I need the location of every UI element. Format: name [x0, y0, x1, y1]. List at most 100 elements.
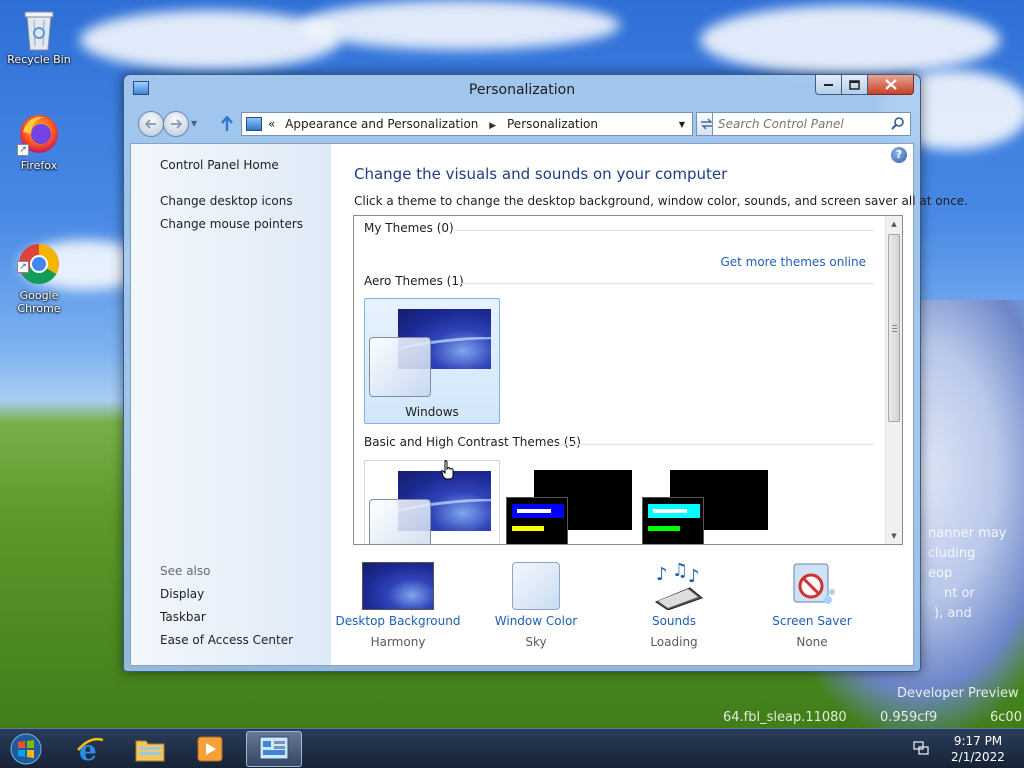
- see-also-ease-of-access-link[interactable]: Ease of Access Center: [160, 633, 293, 647]
- recent-pages-dropdown-icon[interactable]: ▼: [191, 119, 197, 128]
- desktop-background-value: Harmony: [370, 635, 426, 649]
- theme-list-scrollbar[interactable]: ▲ ▼: [885, 216, 902, 544]
- help-icon[interactable]: ?: [891, 147, 907, 163]
- window-title: Personalization: [468, 82, 576, 98]
- clock-time: 9:17 PM: [953, 734, 1003, 748]
- personalization-window: Personalization ▼ « Appearance and Perso…: [123, 74, 968, 672]
- theme-high-contrast-2[interactable]: [640, 460, 776, 544]
- main-pane: ? Change the visuals and sounds on your …: [331, 144, 968, 665]
- search-box[interactable]: [712, 112, 911, 136]
- control-panel-icon: [259, 736, 289, 760]
- svg-text:♫: ♫: [672, 562, 688, 581]
- address-dropdown-icon[interactable]: ▼: [672, 113, 692, 135]
- theme-preview-titlebar: [648, 504, 700, 518]
- clock-date: 2/1/2022: [951, 750, 1005, 764]
- license-text: ), and: [934, 606, 972, 621]
- desktop-icon-label: Firefox: [20, 159, 58, 172]
- group-heading-basic-themes: Basic and High Contrast Themes (5): [364, 435, 581, 449]
- screen-saver-option[interactable]: Screen Saver None: [747, 562, 877, 649]
- forward-button[interactable]: [163, 111, 189, 137]
- maximize-icon: [849, 79, 860, 90]
- breadcrumb-appearance-and-personalization[interactable]: Appearance and Personalization: [285, 117, 478, 131]
- close-button[interactable]: [868, 75, 914, 95]
- see-also-display-link[interactable]: Display: [160, 587, 204, 601]
- caption-buttons: [815, 75, 914, 95]
- client-area: Control Panel Home Change desktop icons …: [130, 143, 968, 666]
- window-color-option[interactable]: Window Color Sky: [471, 562, 601, 649]
- network-icon[interactable]: [913, 741, 929, 755]
- group-divider: [554, 444, 874, 445]
- theme-name: Windows: [405, 405, 459, 419]
- search-icon[interactable]: [891, 117, 904, 130]
- title-bar[interactable]: Personalization: [124, 75, 920, 107]
- theme-windows-basic[interactable]: [364, 460, 500, 544]
- search-input[interactable]: [718, 116, 883, 132]
- chrome-icon: ↗: [17, 229, 61, 284]
- control-panel-home-link[interactable]: Control Panel Home: [160, 158, 279, 172]
- sounds-icon: ♪ ♫ ♪: [638, 560, 710, 611]
- taskbar-internet-explorer[interactable]: e: [62, 731, 118, 767]
- license-text: nt or: [944, 586, 975, 601]
- start-button[interactable]: [4, 731, 48, 767]
- up-button[interactable]: [217, 114, 237, 134]
- window-color-value: Sky: [525, 635, 547, 649]
- group-divider: [452, 230, 874, 231]
- breadcrumb-personalization[interactable]: Personalization: [507, 117, 598, 131]
- desktop-background-option[interactable]: Desktop Background Harmony: [333, 562, 463, 649]
- scrollbar-thumb[interactable]: [888, 234, 900, 422]
- window-color-icon: [512, 562, 560, 610]
- see-also-taskbar-link[interactable]: Taskbar: [160, 610, 206, 624]
- forward-arrow-icon: [171, 119, 182, 129]
- screen-saver-link[interactable]: Screen Saver: [747, 614, 877, 628]
- page-heading: Change the visuals and sounds on your co…: [354, 165, 728, 183]
- get-more-themes-link[interactable]: Get more themes online: [720, 255, 866, 269]
- windows-logo-icon: [10, 733, 42, 765]
- minimize-button[interactable]: [815, 75, 842, 95]
- folder-icon: [135, 740, 165, 762]
- control-panel-icon: [246, 117, 262, 131]
- window-color-link[interactable]: Window Color: [471, 614, 601, 628]
- breadcrumb-overflow-chevron[interactable]: «: [268, 117, 275, 131]
- group-divider: [458, 283, 874, 284]
- taskbar-control-panel[interactable]: [246, 731, 302, 767]
- breadcrumb-separator-icon[interactable]: ▶: [489, 121, 496, 131]
- up-arrow-icon: [221, 116, 233, 131]
- license-text: eop: [928, 566, 953, 581]
- change-desktop-icons-link[interactable]: Change desktop icons: [160, 194, 293, 208]
- back-arrow-icon: [145, 119, 156, 129]
- desktop-icon-recycle-bin[interactable]: Recycle Bin: [1, 6, 77, 66]
- svg-text:♪: ♪: [688, 566, 700, 587]
- see-also-heading: See also: [160, 564, 211, 578]
- back-button[interactable]: [138, 111, 164, 137]
- theme-list[interactable]: My Themes (0) Get more themes online Aer…: [353, 215, 903, 545]
- scrollbar-grip-icon: [892, 325, 897, 332]
- shortcut-arrow-icon: ↗: [17, 144, 29, 156]
- desktop-icon-chrome[interactable]: ↗ Google Chrome: [1, 216, 77, 315]
- task-pane: Control Panel Home Change desktop icons …: [131, 144, 331, 665]
- theme-preview-accent: [648, 526, 680, 531]
- desktop-icon-firefox[interactable]: ↗ Firefox: [1, 112, 77, 172]
- scroll-down-arrow-icon[interactable]: ▼: [886, 528, 902, 544]
- group-heading-aero-themes: Aero Themes (1): [364, 274, 464, 288]
- cloud: [700, 5, 1000, 75]
- sounds-option[interactable]: ♪ ♫ ♪ Sounds Loading: [609, 560, 739, 649]
- minimize-icon: [823, 83, 833, 86]
- watermark-text: Developer Preview: [897, 686, 1019, 701]
- media-player-icon: [197, 736, 223, 762]
- theme-windows[interactable]: Windows: [364, 298, 500, 424]
- taskbar-media-player[interactable]: [182, 731, 238, 767]
- navigation-bar: ▼ « Appearance and Personalization ▶ Per…: [133, 109, 913, 139]
- desktop-background-link[interactable]: Desktop Background: [333, 614, 463, 628]
- change-mouse-pointers-link[interactable]: Change mouse pointers: [160, 217, 303, 231]
- scroll-up-arrow-icon[interactable]: ▲: [886, 216, 902, 232]
- watermark-text: 6c00: [990, 710, 1022, 725]
- breadcrumb: « Appearance and Personalization ▶ Perso…: [268, 117, 598, 131]
- address-bar[interactable]: « Appearance and Personalization ▶ Perso…: [241, 112, 693, 136]
- theme-high-contrast-1[interactable]: [504, 460, 640, 544]
- maximize-button[interactable]: [842, 75, 868, 95]
- watermark-text: 0.959cf9: [880, 710, 938, 725]
- taskbar-file-explorer[interactable]: [122, 731, 178, 767]
- system-clock[interactable]: 9:17 PM 2/1/2022: [940, 733, 1016, 765]
- sounds-link[interactable]: Sounds: [609, 614, 739, 628]
- group-heading-my-themes: My Themes (0): [364, 221, 454, 235]
